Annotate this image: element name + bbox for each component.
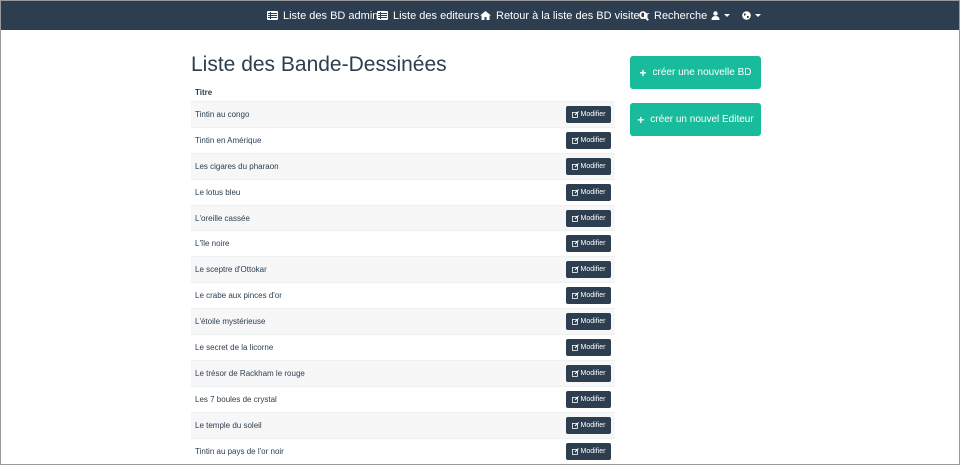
create-bd-label: créer une nouvelle BD <box>652 67 752 78</box>
modify-button-label: Modifier <box>580 136 606 144</box>
modify-button-label: Modifier <box>580 421 606 429</box>
modify-button[interactable]: Modifier <box>566 416 611 434</box>
nav-link-label: Retour à la liste des BD visiteur <box>496 9 650 22</box>
modify-button-label: Modifier <box>580 369 606 377</box>
modify-button[interactable]: Modifier <box>566 339 611 357</box>
edit-icon <box>571 344 579 351</box>
table-row: Tintin au pays de l'or noir Modifier <box>191 437 615 464</box>
bd-title-cell: Le sceptre d'Ottokar <box>195 265 267 275</box>
bd-title-cell: Tintin au congo <box>195 109 250 119</box>
table-row: Le crabe aux pinces d'or Modifier <box>191 282 615 308</box>
modify-button[interactable]: Modifier <box>566 364 611 382</box>
chevron-down-icon <box>724 14 730 17</box>
user-menu-toggle[interactable] <box>711 1 730 30</box>
edit-icon <box>571 395 579 403</box>
modify-button[interactable]: Modifier <box>566 131 611 149</box>
table-row: L'île noire Modifier <box>191 230 615 256</box>
table-row: Le sceptre d'Ottokar Modifier <box>191 256 615 283</box>
create-bd-button[interactable]: + créer une nouvelle BD <box>630 56 761 89</box>
nav-link-label: Recherche <box>654 9 708 22</box>
edit-icon <box>571 447 579 455</box>
modify-button-label: Modifier <box>580 318 606 326</box>
modify-button[interactable]: Modifier <box>566 183 611 201</box>
modify-button[interactable]: Modifier <box>566 261 611 279</box>
nav-link-label: Liste des BD admin <box>283 9 379 22</box>
nav-link-recherche[interactable]: Recherche <box>639 1 707 30</box>
modify-button[interactable]: Modifier <box>566 390 611 408</box>
column-header-titre: Titre <box>195 88 213 97</box>
nav-link-bd-admin[interactable]: Liste des BD admin <box>267 1 378 30</box>
bd-title-cell: Le temple du soleil <box>195 420 262 430</box>
edit-icon <box>571 370 579 377</box>
edit-icon <box>571 137 579 144</box>
modify-button-label: Modifier <box>580 395 606 403</box>
bd-title-cell: L'oreille cassée <box>195 213 250 223</box>
edit-icon <box>571 214 579 222</box>
edit-icon <box>571 421 579 429</box>
table-row: Le temple du soleil Modifier <box>191 411 615 438</box>
table-row: L'étoile mystérieuse Modifier <box>191 308 615 335</box>
modify-button-label: Modifier <box>580 111 606 118</box>
modify-button[interactable]: Modifier <box>566 157 611 175</box>
bd-title-cell: Tintin en Amérique <box>195 135 262 145</box>
table-row: Tintin en Amérique Modifier <box>191 126 615 153</box>
modify-button[interactable]: Modifier <box>566 313 611 331</box>
edit-icon <box>571 266 579 274</box>
modify-button[interactable]: Modifier <box>566 106 611 123</box>
bd-list-table: Tintin au congo Modifier Tintin en Amériqu… <box>191 101 615 463</box>
edit-icon <box>571 318 579 325</box>
bd-title-cell: Le secret de la licorne <box>195 342 274 352</box>
table-row: Le lotus bleu Modifier <box>191 178 615 205</box>
modify-button-label: Modifier <box>580 162 606 170</box>
modify-button-label: Modifier <box>580 188 606 196</box>
list-icon <box>267 11 278 20</box>
top-navbar: Liste des BD admin Liste des editeurs Re… <box>1 1 959 30</box>
bd-title-cell: Tintin au pays de l'or noir <box>195 446 284 456</box>
language-menu-toggle[interactable] <box>742 1 761 30</box>
create-editor-label: créer un nouvel Editeur <box>650 114 754 125</box>
modify-button[interactable]: Modifier <box>566 209 611 227</box>
bd-title-cell: Les 7 boules de crystal <box>195 394 277 404</box>
table-row: Le secret de la licorne Modifier <box>191 334 615 360</box>
bd-title-cell: L'île noire <box>195 239 230 249</box>
user-icon <box>711 11 720 20</box>
table-row: L'oreille cassée Modifier <box>191 204 615 231</box>
nav-link-retour-visiteur[interactable]: Retour à la liste des BD visiteur <box>480 1 649 30</box>
bd-title-cell: Le crabe aux pinces d'or <box>195 291 282 301</box>
bd-title-cell: Les cigares du pharaon <box>195 161 279 171</box>
list-icon <box>377 11 388 20</box>
modify-button-label: Modifier <box>580 447 606 455</box>
plus-icon: + <box>637 112 645 127</box>
table-row: Les cigares du pharaon Modifier <box>191 152 615 179</box>
modify-button[interactable]: Modifier <box>566 235 611 253</box>
plus-icon: + <box>639 65 647 80</box>
modify-button-label: Modifier <box>580 240 606 248</box>
edit-icon <box>571 162 579 170</box>
modify-button-label: Modifier <box>580 214 606 222</box>
modify-button-label: Modifier <box>580 292 606 300</box>
edit-icon <box>571 292 579 300</box>
edit-icon <box>571 240 579 248</box>
modify-button-label: Modifier <box>580 266 606 274</box>
table-row: Les 7 boules de crystal Modifier <box>191 385 615 412</box>
bd-title-cell: L'étoile mystérieuse <box>195 317 266 327</box>
page-title: Liste des Bande-Dessinées <box>191 53 447 76</box>
create-editor-button[interactable]: + créer un nouvel Editeur <box>630 103 761 136</box>
nav-link-editeurs[interactable]: Liste des editeurs <box>377 1 479 30</box>
bd-title-cell: Le lotus bleu <box>195 187 241 197</box>
globe-icon <box>742 11 751 20</box>
nav-link-label: Liste des editeurs <box>393 9 480 22</box>
search-icon <box>639 10 649 21</box>
home-icon <box>480 11 491 20</box>
modify-button[interactable]: Modifier <box>566 442 611 460</box>
table-row: Tintin au congo Modifier <box>191 101 615 127</box>
table-row: Le trésor de Rackham le rouge Modifier <box>191 359 615 386</box>
modify-button[interactable]: Modifier <box>566 287 611 305</box>
modify-button-label: Modifier <box>580 344 606 352</box>
chevron-down-icon <box>755 14 761 17</box>
edit-icon <box>571 188 579 196</box>
bd-title-cell: Le trésor de Rackham le rouge <box>195 368 305 378</box>
edit-icon <box>571 111 579 118</box>
